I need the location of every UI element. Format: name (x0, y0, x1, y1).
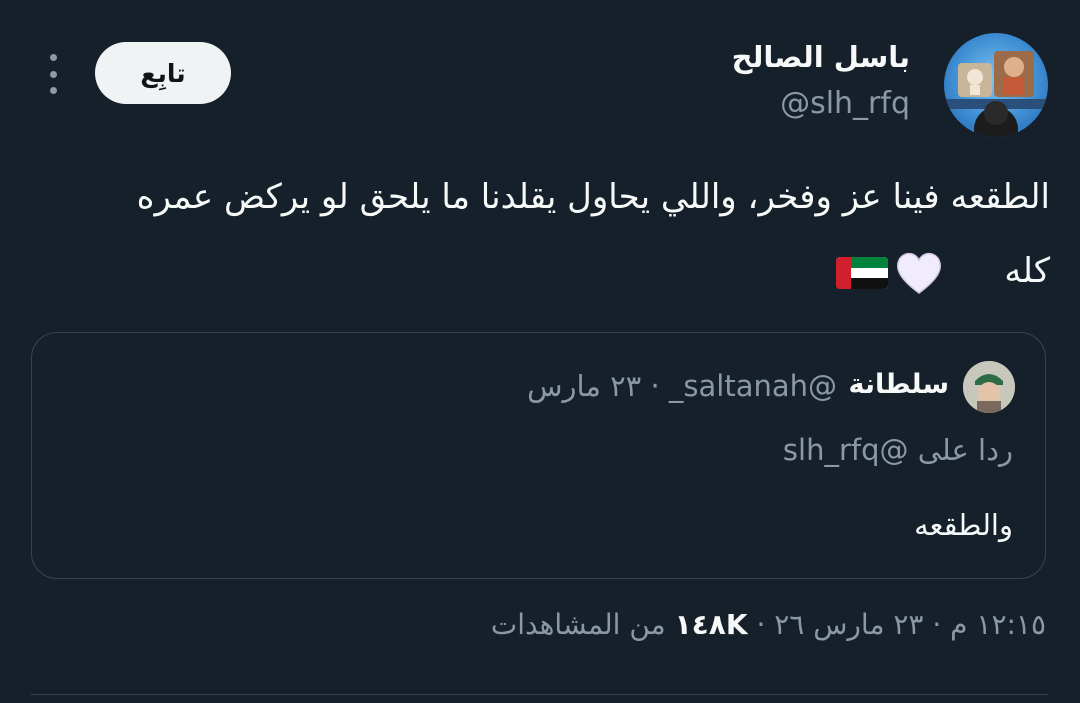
tweet-text-line-1: الطقعه فينا عز وفخر، واللي يحاول يقلدنا … (136, 177, 1050, 217)
divider (31, 694, 1048, 695)
quote-reply-context: ردا على @slh_rfq (783, 433, 1013, 467)
quote-author-name[interactable]: سلطانة (848, 369, 949, 400)
tweet-emojis (836, 250, 944, 300)
tweet-time[interactable]: ١٢:١٥ م (950, 608, 1046, 641)
white-heart-icon (894, 250, 944, 300)
uae-flag-icon (836, 255, 888, 295)
author-handle[interactable]: @slh_rfq (780, 86, 910, 121)
quote-date: ٢٣ مارس (527, 369, 642, 403)
quote-meta: @saltanah_ · ٢٣ مارس (527, 369, 837, 403)
quote-text: والطقعه (914, 508, 1013, 542)
quote-author-handle[interactable]: @saltanah_ (669, 369, 837, 403)
views-label: من المشاهدات (490, 608, 666, 641)
more-options-icon[interactable] (40, 54, 66, 94)
tweet-meta-footer: ١٢:١٥ م · ٢٣ مارس ٢٦ · ١٤٨K من المشاهدات (491, 608, 1046, 641)
quote-separator: · (650, 369, 660, 403)
author-avatar[interactable] (944, 33, 1048, 137)
follow-button[interactable]: تابِع (95, 42, 231, 104)
reply-handle-link[interactable]: @slh_rfq (783, 433, 909, 467)
quote-author-avatar[interactable] (963, 361, 1015, 413)
author-name[interactable]: باسل الصالح (732, 40, 910, 74)
views-count[interactable]: ١٤٨K (675, 608, 748, 641)
tweet-date[interactable]: ٢٣ مارس ٢٦ (774, 608, 923, 641)
tweet-detail: باسل الصالح @slh_rfq تابِع الطقعه فينا ع… (0, 0, 1080, 703)
quoted-tweet[interactable]: سلطانة @saltanah_ · ٢٣ مارس ردا على @slh… (31, 332, 1046, 579)
footer-separator-2: · (756, 608, 766, 641)
reply-prefix: ردا على (917, 433, 1013, 467)
footer-separator: · (932, 608, 942, 641)
